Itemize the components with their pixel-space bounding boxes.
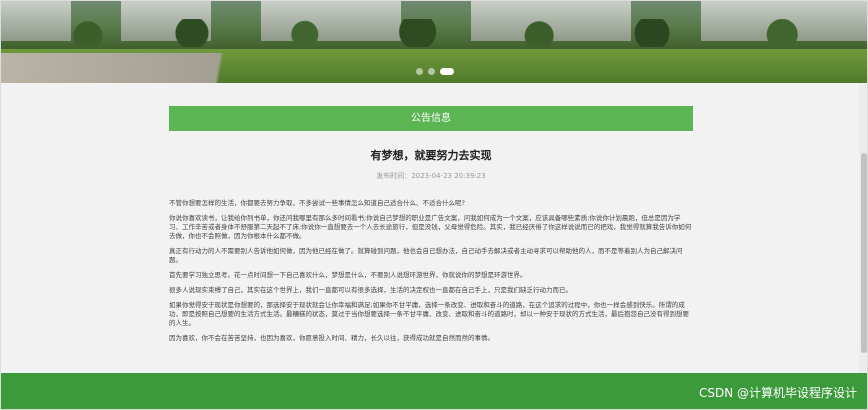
page-frame: 公告信息 有梦想，就要努力去实现 发布时间：2023-04-23 20:39:2…: [0, 0, 868, 410]
article-paragraph: 真正有行动力的人不需要别人告诉他如何做，因为他已经在做了。就算碰到问题，他也会自…: [169, 247, 683, 264]
notice-detail: 公告信息 有梦想，就要努力去实现 发布时间：2023-04-23 20:39:2…: [169, 106, 693, 349]
csdn-watermark: CSDN @计算机毕设程序设计: [698, 386, 857, 400]
article-paragraph: 很多人说现实束缚了自己，其实在这个世界上，我们一直都可以有很多选择，生活的决定权…: [169, 286, 572, 294]
carousel-indicators: [1, 68, 867, 75]
notice-heading-bar: 公告信息: [169, 106, 693, 131]
publish-time-label: 发布时间：: [376, 172, 412, 180]
carousel-dot[interactable]: [428, 68, 435, 75]
article-body: 不管你想要怎样的生活，你都要去努力争取，不多尝试一些事情怎么知道自己适合什么、不…: [169, 199, 693, 343]
publish-time-value: 2023-04-23 20:39:23: [411, 172, 486, 180]
article-paragraph: 首先要学习独立思考。花一点时间想一下自己喜欢什么，梦想是什么，不要别人说想环游世…: [169, 271, 527, 279]
article-title: 有梦想，就要努力去实现: [370, 149, 492, 162]
article-paragraph: 你说你喜欢读书，让我给你列书单，你还问我哪里有那么多时间看书;你说自己梦想的职业…: [169, 214, 692, 240]
scrollbar-thumb[interactable]: [861, 153, 867, 353]
banner-carousel[interactable]: [1, 1, 867, 83]
article-paragraph: 因为喜欢，你不会在苦苦坚持，也因为喜欢，你愿意投入时间、精力，长久以往，获得成功…: [169, 334, 494, 342]
article-paragraph: 不管你想要怎样的生活，你都要去努力争取，不多尝试一些事情怎么知道自己适合什么、不…: [169, 199, 465, 207]
article-meta: 发布时间：2023-04-23 20:39:23: [169, 171, 693, 181]
carousel-dot[interactable]: [416, 68, 423, 75]
banner-image-trees: [1, 19, 867, 47]
article-paragraph: 如果你觉得安于现状是你想要的，那选择安于现状就会让你幸福和满足;如果你不甘平庸，…: [169, 301, 689, 327]
carousel-dot-active[interactable]: [440, 68, 454, 75]
vertical-scrollbar[interactable]: [859, 83, 867, 373]
